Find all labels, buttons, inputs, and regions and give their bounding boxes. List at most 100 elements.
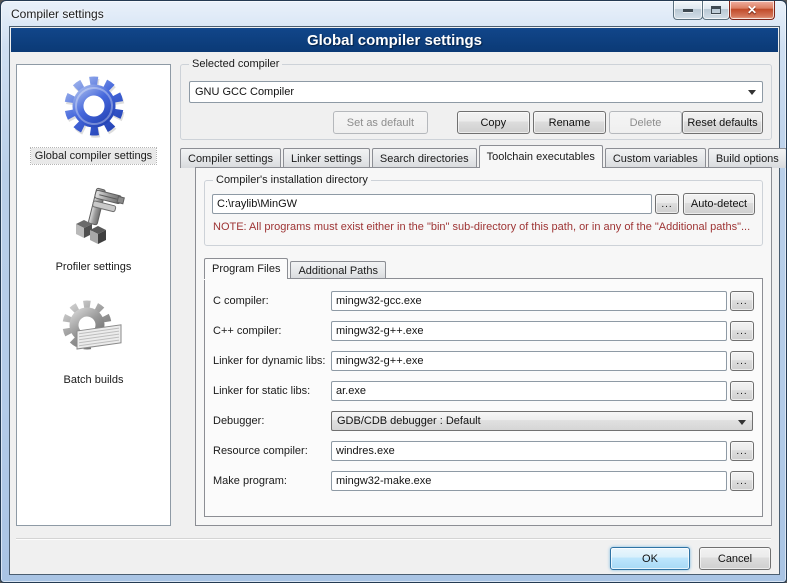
program-tabstrip: Program Files Additional Paths [204,258,388,279]
reset-defaults-button[interactable]: Reset defaults [682,111,763,134]
rename-button[interactable]: Rename [533,111,606,134]
auto-detect-button[interactable]: Auto-detect [683,193,755,215]
browse-make-program-button[interactable]: ... [730,471,754,491]
browse-static-linker-button[interactable]: ... [730,381,754,401]
field-row-cpp-compiler: C++ compiler: ... [213,321,754,341]
browse-directory-button[interactable]: ... [655,194,679,214]
tab-label: Program Files [212,263,280,275]
browse-dynamic-linker-button[interactable]: ... [730,351,754,371]
tab-additional-paths[interactable]: Additional Paths [290,261,386,279]
tab-program-files[interactable]: Program Files [204,258,288,279]
footer-separator [16,538,771,540]
tab-custom-variables[interactable]: Custom variables [605,148,706,168]
gear-papers-icon [61,297,127,368]
window-title: Compiler settings [11,7,104,21]
set-as-default-button[interactable]: Set as default [333,111,428,134]
sidebar-item-label: Global compiler settings [31,148,156,164]
browse-cpp-compiler-button[interactable]: ... [730,321,754,341]
button-label: Rename [549,117,591,129]
field-row-dynamic-linker: Linker for dynamic libs: ... [213,351,754,371]
field-label: C compiler: [213,295,331,307]
toolchain-executables-panel: Compiler's installation directory ... Au… [195,167,772,526]
cpp-compiler-input[interactable] [331,321,727,341]
dynamic-linker-input[interactable] [331,351,727,371]
copy-button[interactable]: Copy [457,111,530,134]
field-label: Resource compiler: [213,445,331,457]
button-label: Cancel [718,553,752,565]
tab-toolchain-executables[interactable]: Toolchain executables [479,145,603,168]
tab-label: Compiler settings [188,153,273,165]
settings-category-list: Global compiler settings [16,64,171,526]
caliper-profiler-icon [62,186,126,255]
ellipsis-icon: ... [736,326,747,337]
c-compiler-input[interactable] [331,291,727,311]
tab-label: Linker settings [291,153,362,165]
compiler-select[interactable]: GNU GCC Compiler [189,81,763,103]
program-files-panel: C compiler: ... C++ compiler: ... Linker… [204,278,763,517]
browse-c-compiler-button[interactable]: ... [730,291,754,311]
button-label: Auto-detect [691,198,747,210]
installation-directory-group: Compiler's installation directory ... Au… [204,180,763,246]
ellipsis-icon: ... [736,446,747,457]
sidebar-item-batch-builds[interactable]: Batch builds [17,289,170,402]
field-row-static-linker: Linker for static libs: ... [213,381,754,401]
field-label: Linker for dynamic libs: [213,355,331,367]
installation-directory-row: ... Auto-detect [212,193,755,215]
tab-label: Toolchain executables [487,151,595,163]
sidebar-item-label: Profiler settings [52,259,136,275]
page-title-text: Global compiler settings [307,32,482,49]
close-button[interactable]: ✕ [729,1,775,20]
ellipsis-icon: ... [736,296,747,307]
group-label: Selected compiler [189,58,282,70]
field-label: Make program: [213,475,331,487]
blue-gear-icon [62,73,126,144]
tab-label: Additional Paths [298,265,378,277]
delete-button[interactable]: Delete [609,111,682,134]
button-label: Delete [630,117,662,129]
minimize-icon [683,9,693,12]
tab-linker-settings[interactable]: Linker settings [283,148,370,168]
compiler-settings-window: Compiler settings ✕ Global compiler sett… [0,0,787,583]
installation-directory-input[interactable] [212,194,652,214]
field-label: C++ compiler: [213,325,331,337]
ellipsis-icon: ... [736,356,747,367]
group-label: Compiler's installation directory [213,174,371,186]
page-title: Global compiler settings [11,28,778,52]
button-label: Copy [480,117,506,129]
debugger-select[interactable]: GDB/CDB debugger : Default [331,411,753,431]
field-row-debugger: Debugger: GDB/CDB debugger : Default [213,411,754,431]
field-label: Linker for static libs: [213,385,331,397]
cancel-button[interactable]: Cancel [699,547,771,570]
tab-label: Custom variables [613,153,698,165]
selected-compiler-group: Selected compiler GNU GCC Compiler Set a… [180,64,772,140]
button-label: OK [642,553,658,565]
main-panel: Selected compiler GNU GCC Compiler Set a… [180,64,772,526]
button-label: Reset defaults [687,117,757,129]
tab-label: Build options [716,153,779,165]
minimize-button[interactable] [673,1,703,20]
titlebar[interactable]: Compiler settings [1,1,786,26]
ellipsis-icon: ... [736,386,747,397]
tab-search-directories[interactable]: Search directories [372,148,477,168]
ellipsis-icon: ... [736,476,747,487]
maximize-button[interactable] [702,1,730,20]
field-row-resource-compiler: Resource compiler: ... [213,441,754,461]
static-linker-input[interactable] [331,381,727,401]
ok-button[interactable]: OK [610,547,690,570]
compiler-actions: Set as default Copy Rename Delete Reset … [189,111,763,134]
settings-tabstrip: Compiler settings Linker settings Search… [180,145,772,168]
browse-resource-compiler-button[interactable]: ... [730,441,754,461]
tab-label: Search directories [380,153,469,165]
make-program-input[interactable] [331,471,727,491]
sidebar-item-global-compiler-settings[interactable]: Global compiler settings [17,65,170,178]
tab-build-options[interactable]: Build options [708,148,787,168]
tab-compiler-settings[interactable]: Compiler settings [180,148,281,168]
chevron-down-icon [738,420,746,425]
field-label: Debugger: [213,415,331,427]
chevron-down-icon [748,90,756,95]
sidebar-item-label: Batch builds [60,372,128,388]
resource-compiler-input[interactable] [331,441,727,461]
ellipsis-icon: ... [661,199,672,210]
sidebar-item-profiler-settings[interactable]: Profiler settings [17,178,170,289]
button-label: Set as default [347,117,414,129]
